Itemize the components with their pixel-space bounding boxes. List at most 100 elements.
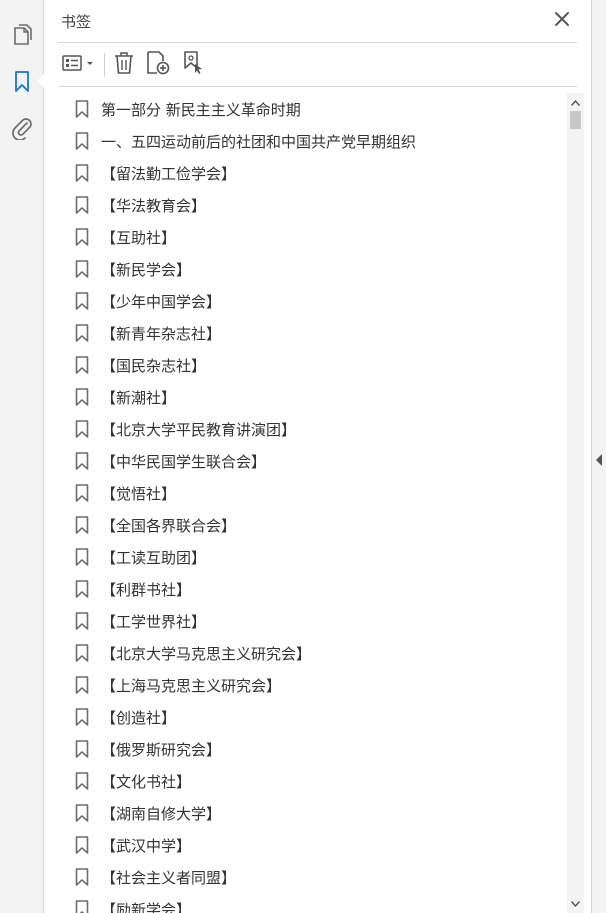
bookmark-item[interactable]: 【社会主义者同盟】 (75, 861, 236, 893)
bookmark-icon (75, 260, 89, 278)
bookmark-label: 【华法教育会】 (101, 196, 207, 215)
divider (58, 42, 577, 43)
bookmark-item[interactable]: 【利群书社】 (75, 573, 191, 605)
bookmark-label: 第一部分 新民主主义革命时期 (101, 100, 301, 119)
new-bookmark-icon (145, 50, 171, 80)
bookmark-icon[interactable] (9, 69, 35, 95)
bookmark-item[interactable]: 【新潮社】 (75, 381, 176, 413)
bookmark-label: 【俄罗斯研究会】 (101, 740, 222, 759)
bookmark-icon (75, 164, 89, 182)
bookmark-icon (75, 676, 89, 694)
left-nav-rail (0, 0, 45, 913)
bookmark-item[interactable]: 【全国各界联合会】 (75, 509, 236, 541)
bookmark-item[interactable]: 【文化书社】 (75, 765, 191, 797)
bookmark-icon (75, 420, 89, 438)
paperclip-icon[interactable] (9, 115, 35, 141)
bookmark-item[interactable]: 【创造社】 (75, 701, 176, 733)
bookmark-icon (75, 100, 89, 118)
bookmark-label: 【文化书社】 (101, 772, 192, 791)
bookmark-icon (75, 804, 89, 822)
bookmark-item[interactable]: 【北京大学马克思主义研究会】 (75, 637, 311, 669)
scroll-down-icon[interactable] (570, 898, 581, 909)
bookmark-list: 第一部分 新民主主义革命时期一、五四运动前后的社团和中国共产党早期组织 【留法勤工… (45, 93, 565, 913)
bookmark-label: 【工学世界社】 (101, 612, 207, 631)
bookmark-icon (75, 132, 89, 150)
bookmark-label: 【社会主义者同盟】 (101, 868, 237, 887)
vertical-scrollbar[interactable] (567, 93, 584, 913)
bookmarks-panel: 书签 第一部分 新民主主义革命时期 一、五四运动前后的社团和中国共产党早期组织 … (45, 0, 591, 913)
bookmark-label: 【上海马克思主义研究会】 (101, 676, 282, 695)
bookmark-item[interactable]: 【武汉中学】 (75, 829, 191, 861)
bookmark-icon (75, 452, 89, 470)
bookmark-label: 【新民学会】 (101, 260, 192, 279)
bookmark-item[interactable]: 【俄罗斯研究会】 (75, 733, 221, 765)
collapse-left-icon[interactable] (595, 451, 603, 466)
bookmark-icon (75, 900, 89, 913)
bookmark-item[interactable]: 【新青年杂志社】 (75, 317, 221, 349)
bookmark-icon (75, 388, 89, 406)
bookmark-item[interactable]: 【少年中国学会】 (75, 285, 221, 317)
new-bookmark-button[interactable] (144, 51, 172, 79)
bookmark-label: 【全国各界联合会】 (101, 516, 237, 535)
bookmark-item[interactable]: 【北京大学平民教育讲演团】 (75, 413, 296, 445)
bookmark-label: 【北京大学平民教育讲演团】 (101, 420, 297, 439)
bookmark-from-selection-button[interactable] (179, 51, 207, 79)
bookmark-item[interactable]: 【觉悟社】 (75, 477, 176, 509)
bookmark-icon (75, 772, 89, 790)
bookmark-icon (75, 580, 89, 598)
bookmark-label: 【互助社】 (101, 228, 177, 247)
bookmark-label: 【中华民国学生联合会】 (101, 452, 267, 471)
bookmark-item[interactable]: 【互助社】 (75, 221, 176, 253)
bookmark-icon (75, 836, 89, 854)
right-collapse-strip (591, 0, 606, 913)
bookmarks-toolbar (58, 47, 577, 83)
bookmark-item[interactable]: 【国民杂志社】 (75, 349, 206, 381)
bookmark-item[interactable]: 一、五四运动前后的社团和中国共产党早期组织 (75, 125, 416, 157)
bookmark-item[interactable]: 【留法勤工俭学会】 (75, 157, 236, 189)
bookmark-label: 【励新学会】 (101, 900, 192, 913)
bookmark-label: 【武汉中学】 (101, 836, 192, 855)
bookmark-label: 【少年中国学会】 (101, 292, 222, 311)
options-button[interactable] (60, 51, 98, 79)
bookmark-icon (75, 708, 89, 726)
bookmark-label: 【工读互助团】 (101, 548, 207, 567)
bookmark-label: 【新潮社】 (101, 388, 177, 407)
bookmark-label: 【湖南自修大学】 (101, 804, 222, 823)
bookmark-label: 【留法勤工俭学会】 (101, 164, 237, 183)
close-icon[interactable] (553, 10, 571, 28)
bookmark-icon (75, 548, 89, 566)
bookmark-label: 【利群书社】 (101, 580, 192, 599)
bookmark-item[interactable]: 【工读互助团】 (75, 541, 206, 573)
bookmark-item[interactable]: 【湖南自修大学】 (75, 797, 221, 829)
bookmark-label: 【北京大学马克思主义研究会】 (101, 644, 312, 663)
pages-icon[interactable] (9, 22, 35, 48)
bookmark-icon (75, 612, 89, 630)
bookmark-icon (75, 292, 89, 310)
trash-icon (113, 51, 135, 79)
bookmark-icon (75, 484, 89, 502)
bookmark-cursor-icon (180, 50, 206, 80)
bookmark-item[interactable]: 【工学世界社】 (75, 605, 206, 637)
bookmark-label: 【创造社】 (101, 708, 177, 727)
scroll-up-icon[interactable] (570, 97, 581, 108)
bookmark-item[interactable]: 【中华民国学生联合会】 (75, 445, 266, 477)
delete-bookmark-button[interactable] (111, 51, 137, 79)
bookmark-item[interactable]: 【新民学会】 (75, 253, 191, 285)
toolbar-separator (104, 53, 105, 77)
bookmark-item[interactable]: 【上海马克思主义研究会】 (75, 669, 281, 701)
bookmark-label: 一、五四运动前后的社团和中国共产党早期组织 (101, 132, 417, 151)
bookmark-icon (75, 740, 89, 758)
bookmark-item[interactable]: 第一部分 新民主主义革命时期 (75, 93, 301, 125)
bookmark-icon (75, 644, 89, 662)
scrollbar-thumb[interactable] (570, 111, 581, 129)
bookmark-icon (75, 228, 89, 246)
bookmark-label: 【国民杂志社】 (101, 356, 207, 375)
bookmark-label: 【觉悟社】 (101, 484, 177, 503)
bookmark-item[interactable]: 【华法教育会】 (75, 189, 206, 221)
list-options-icon (61, 53, 97, 77)
bookmark-icon (75, 516, 89, 534)
divider (58, 86, 577, 87)
bookmark-item[interactable]: 【励新学会】 (75, 893, 191, 913)
bookmark-icon (75, 324, 89, 342)
bookmark-label: 【新青年杂志社】 (101, 324, 222, 343)
